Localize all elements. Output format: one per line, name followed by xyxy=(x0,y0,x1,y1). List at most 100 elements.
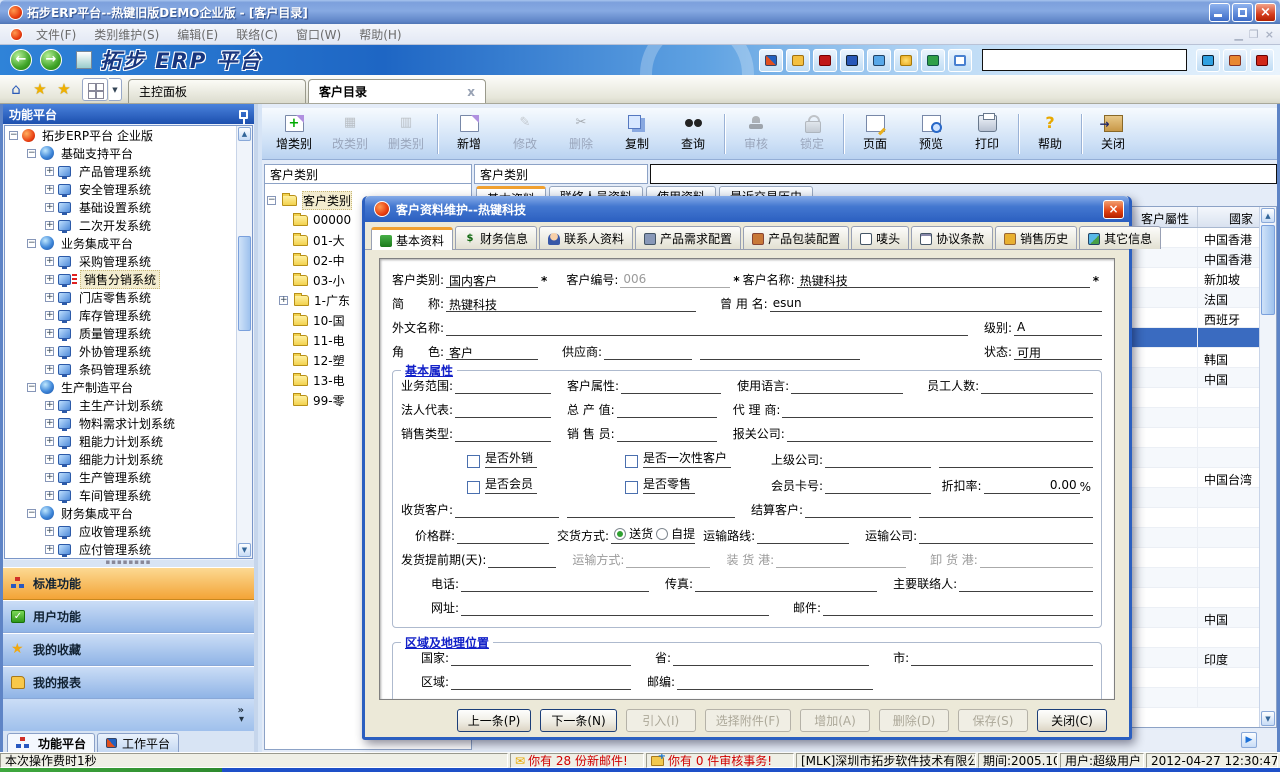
tree-item[interactable]: +基础设置系统 xyxy=(5,198,252,216)
favorites-icon[interactable] xyxy=(894,49,918,72)
supplier-name-field[interactable] xyxy=(700,344,860,360)
retail-checkbox[interactable] xyxy=(625,481,638,494)
dtab-product-demand[interactable]: 产品需求配置 xyxy=(635,226,741,249)
mdi-close-icon[interactable]: × xyxy=(1265,28,1274,41)
tree-item[interactable]: +二次开发系统 xyxy=(5,216,252,234)
home-tab-icon[interactable]: ⌂ xyxy=(5,78,27,100)
region-field[interactable] xyxy=(451,674,631,690)
sale-type-field[interactable] xyxy=(455,426,551,442)
explorer-icon[interactable] xyxy=(921,49,945,72)
desktop-icon[interactable] xyxy=(759,49,783,72)
address-book-icon[interactable] xyxy=(813,49,837,72)
tree-item[interactable]: +采购管理系统 xyxy=(5,252,252,270)
contact-field[interactable] xyxy=(959,576,1093,592)
onetime-checkbox[interactable] xyxy=(625,455,638,468)
delete-button[interactable]: ✂删除 xyxy=(553,111,609,157)
pin-icon[interactable] xyxy=(239,110,248,119)
exit-icon[interactable] xyxy=(1250,49,1274,72)
group-my-favorites[interactable]: ★我的收藏 xyxy=(3,633,254,666)
receiver-field[interactable] xyxy=(455,502,559,518)
edit-category-button[interactable]: ▦改类别 xyxy=(322,111,378,157)
tab-list-icon[interactable] xyxy=(82,78,108,101)
salesman-field[interactable] xyxy=(617,426,717,442)
folder-up-icon[interactable] xyxy=(786,49,810,72)
tab-main-panel[interactable]: 主控面板 xyxy=(128,79,306,103)
fax-field[interactable] xyxy=(695,576,877,592)
tree-item[interactable]: −拓步ERP平台 企业版 xyxy=(5,126,252,144)
modify-button[interactable]: ✎修改 xyxy=(497,111,553,157)
tree-item[interactable]: −生产制造平台 xyxy=(5,378,252,396)
group-user-functions[interactable]: ✓用户功能 xyxy=(3,600,254,633)
copy-button[interactable]: 复制 xyxy=(609,111,665,157)
forward-button[interactable]: → xyxy=(40,49,62,71)
zip-field[interactable] xyxy=(677,674,873,690)
customer-no-field[interactable]: 006 xyxy=(620,272,730,288)
folder-add-icon[interactable] xyxy=(867,49,891,72)
tree-scrollbar[interactable]: ▲ ▼ xyxy=(236,126,252,558)
tab-dropdown-icon[interactable]: ▼ xyxy=(109,78,122,101)
website-field[interactable] xyxy=(461,600,769,616)
trans-co-field[interactable] xyxy=(919,528,1093,544)
country-field[interactable] xyxy=(451,650,631,666)
menu-edit[interactable]: 编辑(E) xyxy=(168,24,227,45)
status-mail[interactable]: ✉你有 28 份新邮件! xyxy=(510,753,644,768)
former-name-field[interactable]: esun xyxy=(770,296,1102,312)
mdi-minimize-icon[interactable]: ▁ xyxy=(1234,28,1242,41)
tree-item[interactable]: +库存管理系统 xyxy=(5,306,252,324)
table-scrollbar[interactable]: ▲ ▼ xyxy=(1259,207,1276,727)
tree-item[interactable]: +细能力计划系统 xyxy=(5,450,252,468)
language-field[interactable] xyxy=(791,378,903,394)
add-category-button[interactable]: +增类别 xyxy=(266,111,322,157)
prev-record-button[interactable]: 上一条(P) xyxy=(457,709,532,732)
foreign-name-field[interactable] xyxy=(446,320,968,336)
lock-button[interactable]: 锁定 xyxy=(784,111,840,157)
query-button[interactable]: 查询 xyxy=(665,111,721,157)
menu-window[interactable]: 窗口(W) xyxy=(287,24,350,45)
customer-name-field[interactable]: 热键科技 xyxy=(797,272,1090,288)
route-field[interactable] xyxy=(757,528,849,544)
scroll-down-icon[interactable]: ▼ xyxy=(238,543,251,557)
audit-button[interactable]: 审核 xyxy=(728,111,784,157)
email-field[interactable] xyxy=(823,600,1093,616)
save-button[interactable]: 保存(S) xyxy=(958,709,1028,732)
sidebar-splitter[interactable]: ▪▪▪▪▪▪▪▪ xyxy=(3,560,254,567)
scroll-up-icon[interactable]: ▲ xyxy=(238,127,251,141)
load-port-field[interactable] xyxy=(776,552,906,568)
new-button[interactable]: 新增 xyxy=(441,111,497,157)
scroll-up-icon[interactable]: ▲ xyxy=(1261,208,1275,223)
address1-field[interactable] xyxy=(439,698,1093,700)
province-field[interactable] xyxy=(673,650,869,666)
dtab-agreement[interactable]: 协议条款 xyxy=(911,226,993,249)
settle-cust-name-field[interactable] xyxy=(919,502,1093,518)
export-checkbox[interactable] xyxy=(467,455,480,468)
tab-close-icon[interactable]: x xyxy=(443,85,475,99)
lead-time-field[interactable] xyxy=(488,552,556,568)
member-checkbox[interactable] xyxy=(467,481,480,494)
add-button[interactable]: 增加(A) xyxy=(800,709,870,732)
discount-field[interactable]: 0.00 xyxy=(984,478,1080,494)
tree-item[interactable]: +条码管理系统 xyxy=(5,360,252,378)
receiver-name-field[interactable] xyxy=(567,502,735,518)
group-my-reports[interactable]: 我的报表 xyxy=(3,666,254,699)
tree-item[interactable]: +产品管理系统 xyxy=(5,162,252,180)
dtab-basic-info[interactable]: 基本资料 xyxy=(371,227,453,250)
dtab-shipping-mark[interactable]: 唛头 xyxy=(851,226,909,249)
tab-customer-directory[interactable]: 客户目录 x xyxy=(308,79,486,103)
dtab-product-packing[interactable]: 产品包装配置 xyxy=(743,226,849,249)
tree-item[interactable]: +外协管理系统 xyxy=(5,342,252,360)
tree-item[interactable]: +生产管理系统 xyxy=(5,468,252,486)
member-card-field[interactable] xyxy=(825,478,931,494)
print-button[interactable]: 打印 xyxy=(959,111,1015,157)
tree-item[interactable]: +主生产计划系统 xyxy=(5,396,252,414)
scroll-right-icon[interactable]: ▶ xyxy=(1241,732,1257,748)
scroll-thumb[interactable] xyxy=(238,236,251,331)
import-button[interactable]: 引入(I) xyxy=(626,709,696,732)
tree-item-selected[interactable]: +销售分销系统 xyxy=(5,270,252,288)
group-overflow[interactable]: »▾ xyxy=(3,699,254,731)
home-icon[interactable] xyxy=(1223,49,1247,72)
trans-mode-field[interactable] xyxy=(626,552,710,568)
filter-input[interactable] xyxy=(650,164,1277,184)
col-country[interactable]: 國家 xyxy=(1198,207,1259,227)
role-field[interactable]: 客户 xyxy=(446,344,538,360)
price-group-field[interactable] xyxy=(457,528,549,544)
